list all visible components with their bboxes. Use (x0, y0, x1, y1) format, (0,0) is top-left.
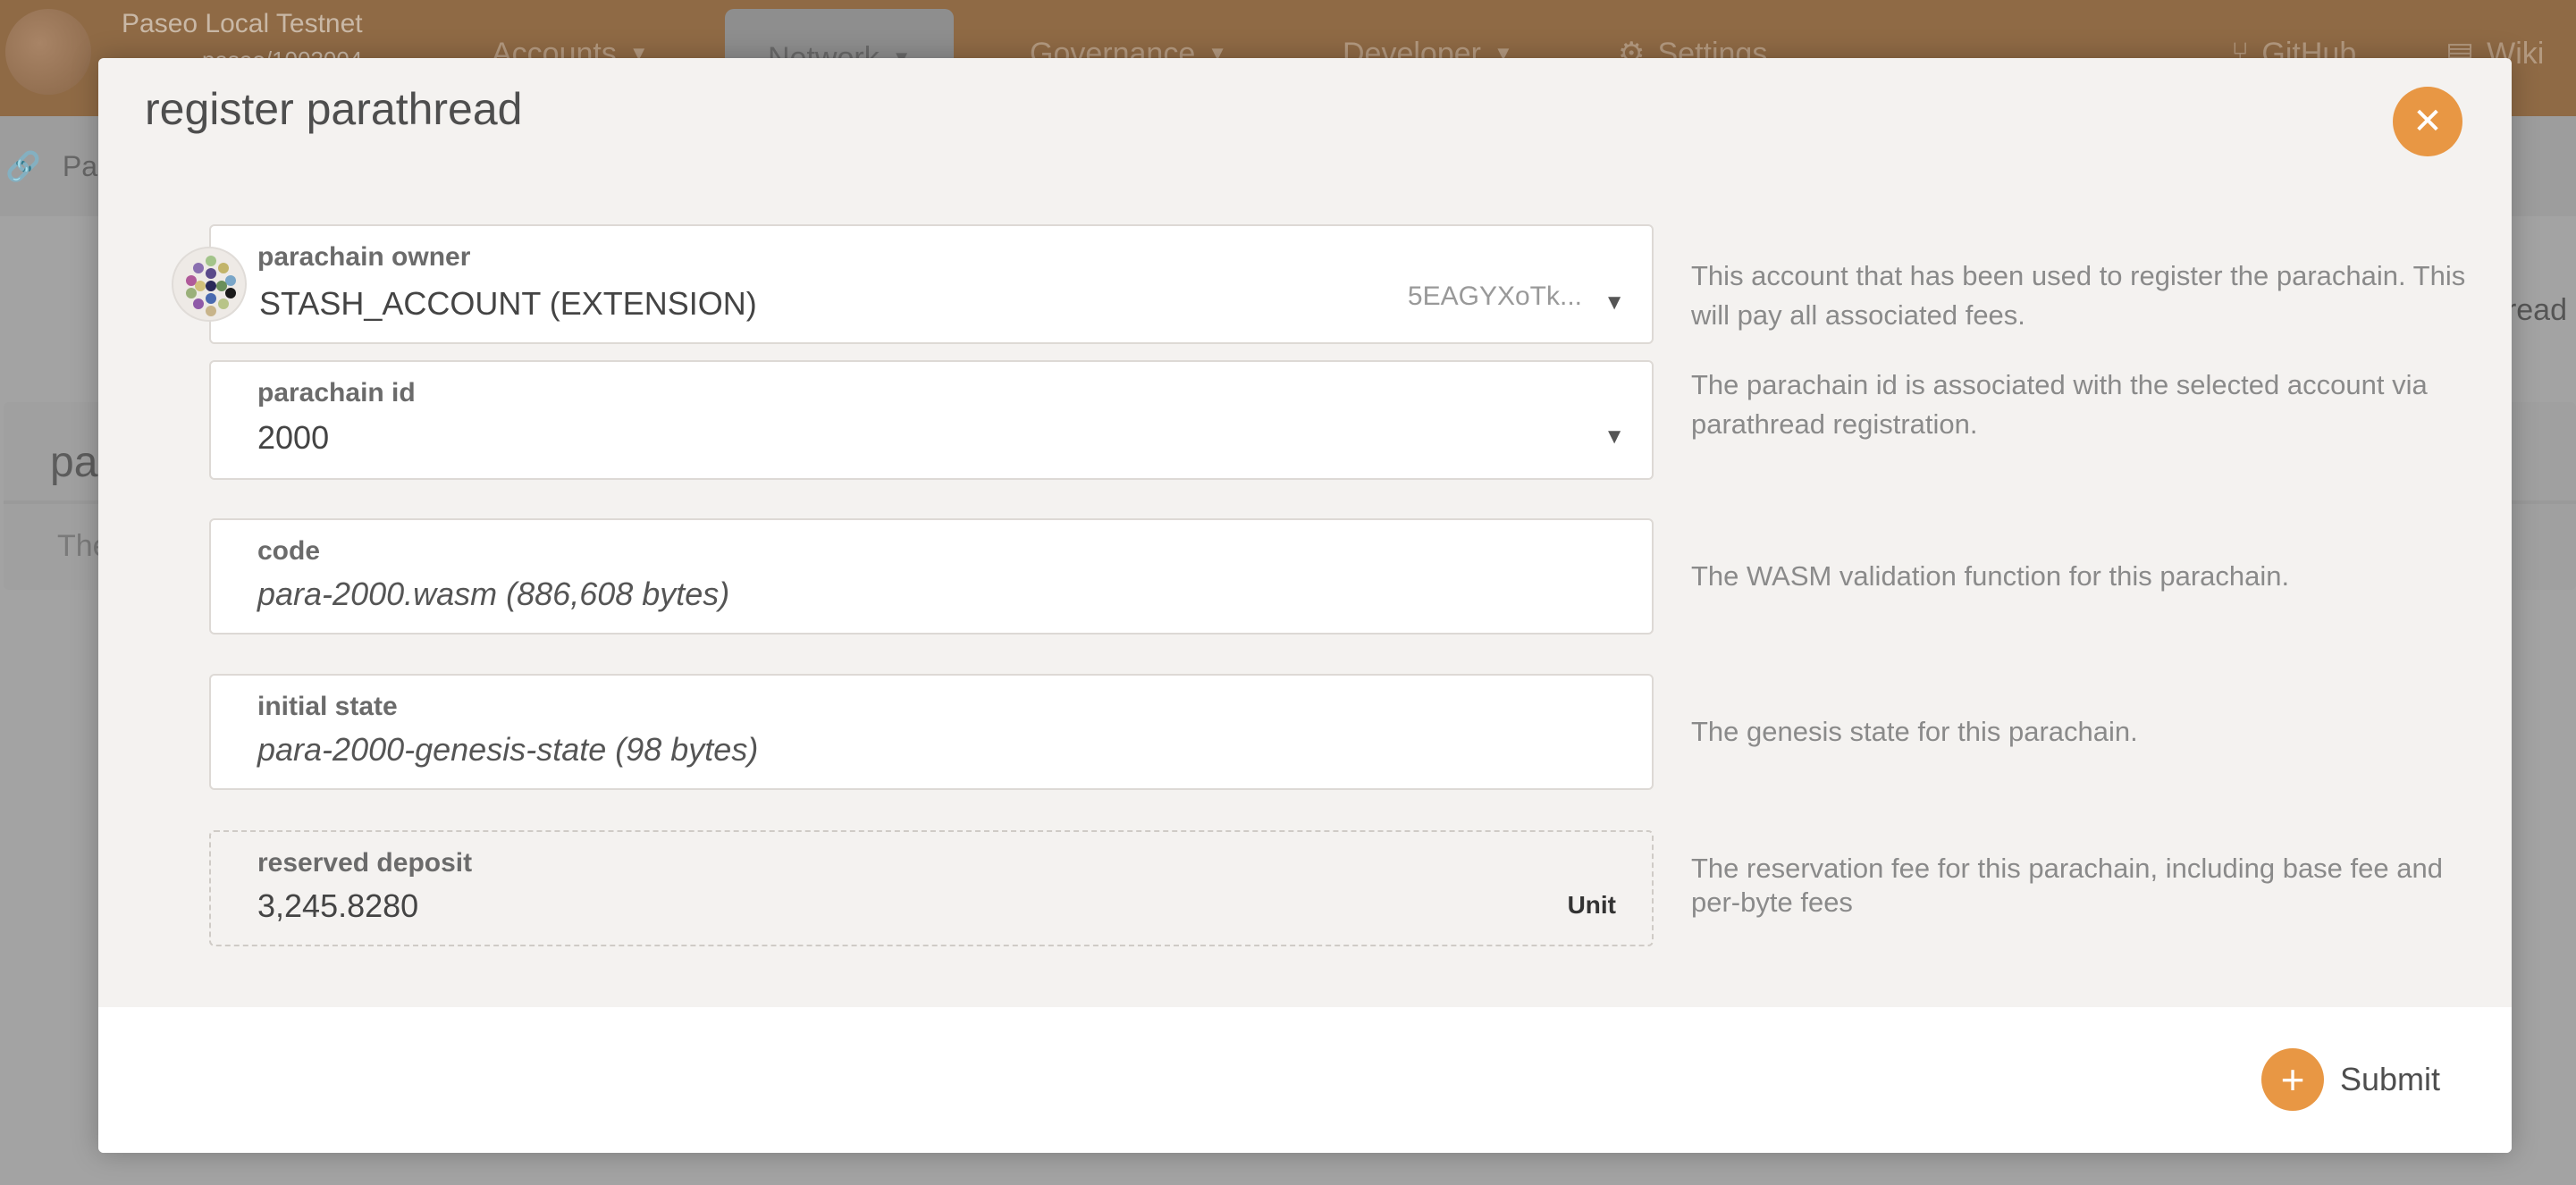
close-button[interactable]: ✕ (2393, 87, 2462, 156)
field-label: parachain owner (257, 242, 471, 272)
field-label: code (257, 536, 321, 566)
owner-account-name: STASH_ACCOUNT (EXTENSION) (259, 285, 757, 322)
field-label: initial state (257, 692, 398, 721)
owner-address: 5EAGYXoTk... (1407, 282, 1582, 311)
code-file-input[interactable]: code para-2000.wasm (886,608 bytes) (209, 518, 1654, 635)
field-label: parachain id (257, 378, 416, 408)
reserved-deposit-value: 3,245.8280 (257, 887, 419, 924)
background-right-text: read (2505, 293, 2567, 327)
deposit-help-text: The reservation fee for this parachain, … (1691, 853, 2443, 918)
parachain-id-value: 2000 (257, 419, 330, 456)
reserved-deposit-field: reserved deposit 3,245.8280 Unit (209, 830, 1654, 946)
chevron-down-icon: ▼ (1604, 424, 1625, 449)
register-parathread-modal: register parathread ✕ parachain owner ST… (98, 58, 2512, 1153)
modal-title: register parathread (145, 84, 523, 134)
unit-label: Unit (1567, 891, 1616, 919)
field-label: reserved deposit (257, 848, 473, 878)
initial-state-help-text: The genesis state for this parachain. (1691, 716, 2138, 747)
parachain-id-help-text: The parachain id is associated with the … (1691, 369, 2428, 440)
modal-footer: + Submit (98, 1007, 2512, 1153)
code-help-text: The WASM validation function for this pa… (1691, 560, 2290, 592)
plus-icon: + (2261, 1048, 2324, 1111)
chain-name: Paseo Local Testnet (122, 9, 363, 38)
submit-label: Submit (2340, 1061, 2441, 1097)
chain-logo[interactable] (5, 9, 91, 95)
initial-state-file-input[interactable]: initial state para-2000-genesis-state (9… (209, 674, 1654, 790)
code-file-value: para-2000.wasm (886,608 bytes) (257, 576, 730, 612)
close-icon: ✕ (2412, 102, 2443, 141)
submit-button[interactable]: + Submit (2261, 1047, 2440, 1112)
background-card-title: pa (50, 439, 98, 486)
identicon-avatar[interactable] (172, 247, 247, 322)
link-icon: 🔗 (5, 150, 41, 182)
parachain-id-select[interactable]: parachain id 2000 ▼ (209, 360, 1654, 480)
parachain-owner-select[interactable]: parachain owner STASH_ACCOUNT (EXTENSION… (209, 224, 1654, 344)
initial-state-value: para-2000-genesis-state (98 bytes) (257, 731, 759, 768)
chevron-down-icon: ▼ (1604, 290, 1625, 315)
owner-help-text: This account that has been used to regis… (1691, 260, 2466, 331)
